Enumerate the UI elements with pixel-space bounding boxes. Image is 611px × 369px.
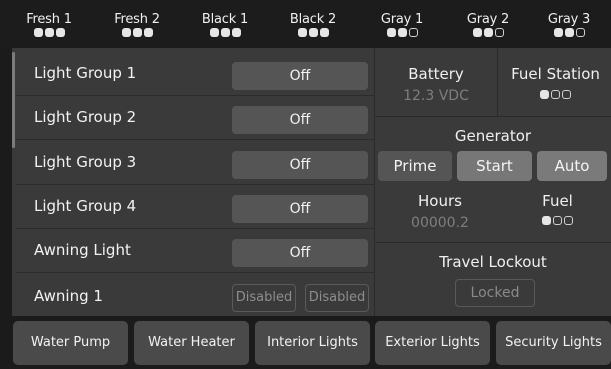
light-row: Light Group 4 Off bbox=[16, 185, 374, 229]
light-label: Light Group 1 bbox=[34, 64, 137, 82]
tank-level-indicator bbox=[534, 28, 604, 37]
awning-row: Awning 1 Disabled Disabled bbox=[16, 273, 374, 317]
fuel-label: Fuel bbox=[542, 192, 573, 210]
awning-label: Awning 1 bbox=[34, 287, 103, 305]
tank-gray-3: Gray 3 bbox=[534, 12, 604, 37]
awning-retract-button[interactable]: Disabled bbox=[232, 284, 296, 312]
panel-divider bbox=[497, 48, 498, 116]
light-group-1-toggle[interactable]: Off bbox=[232, 62, 368, 90]
tank-level-indicator bbox=[102, 28, 172, 37]
nav-water-heater[interactable]: Water Heater bbox=[134, 321, 249, 365]
scroll-indicator[interactable] bbox=[12, 52, 15, 148]
tank-fresh-1: Fresh 1 bbox=[14, 12, 84, 37]
light-group-3-toggle[interactable]: Off bbox=[232, 151, 368, 179]
panel-divider bbox=[375, 116, 611, 117]
tank-label: Fresh 1 bbox=[26, 12, 72, 27]
nav-interior-lights[interactable]: Interior Lights bbox=[255, 321, 370, 365]
nav-security-lights[interactable]: Security Lights bbox=[496, 321, 611, 365]
tank-label: Gray 2 bbox=[466, 12, 510, 27]
tank-label: Black 1 bbox=[201, 12, 249, 27]
light-label: Light Group 4 bbox=[34, 197, 137, 215]
light-row: Light Group 2 Off bbox=[16, 96, 374, 140]
tank-level-indicator bbox=[278, 28, 348, 37]
panel-divider bbox=[375, 242, 611, 243]
panel-divider bbox=[374, 48, 375, 316]
fuel-level-indicator bbox=[510, 216, 605, 225]
tank-label: Fresh 2 bbox=[114, 12, 160, 27]
generator-auto-button[interactable]: Auto bbox=[537, 151, 607, 181]
light-label: Awning Light bbox=[34, 241, 131, 259]
light-row: Light Group 1 Off bbox=[16, 52, 374, 96]
generator-prime-button[interactable]: Prime bbox=[378, 151, 452, 181]
tank-gray-2: Gray 2 bbox=[453, 12, 523, 37]
light-label: Light Group 3 bbox=[34, 153, 137, 171]
tank-label: Black 2 bbox=[289, 12, 337, 27]
tank-black-2: Black 2 bbox=[278, 12, 348, 37]
nav-water-pump[interactable]: Water Pump bbox=[13, 321, 128, 365]
travel-lockout-button[interactable]: Locked bbox=[455, 279, 535, 307]
fuel-station-label: Fuel Station bbox=[511, 65, 600, 83]
awning-extend-button[interactable]: Disabled bbox=[305, 284, 369, 312]
tank-black-1: Black 1 bbox=[190, 12, 260, 37]
tank-gray-1: Gray 1 bbox=[367, 12, 437, 37]
hours-label: Hours bbox=[418, 192, 462, 210]
fuel-station-level-indicator bbox=[500, 90, 611, 99]
tank-level-indicator bbox=[367, 28, 437, 37]
tank-label: Gray 3 bbox=[547, 12, 591, 27]
light-group-4-toggle[interactable]: Off bbox=[232, 195, 368, 223]
battery-label: Battery bbox=[408, 65, 464, 83]
tank-level-bar: Fresh 1 Fresh 2 Black 1 Black 2 Gray 1 G… bbox=[0, 0, 611, 48]
generator-hours-value: 00000.2 bbox=[411, 215, 469, 231]
tank-level-indicator bbox=[453, 28, 523, 37]
tank-label: Gray 1 bbox=[380, 12, 424, 27]
travel-lockout-label: Travel Lockout bbox=[439, 253, 547, 271]
light-group-2-toggle[interactable]: Off bbox=[232, 106, 368, 134]
tank-level-indicator bbox=[190, 28, 260, 37]
nav-exterior-lights[interactable]: Exterior Lights bbox=[375, 321, 490, 365]
generator-start-button[interactable]: Start bbox=[457, 151, 532, 181]
light-label: Light Group 2 bbox=[34, 108, 137, 126]
battery-voltage: 12.3 VDC bbox=[403, 88, 469, 104]
generator-label: Generator bbox=[454, 127, 532, 145]
awning-light-toggle[interactable]: Off bbox=[232, 239, 368, 267]
light-row: Light Group 3 Off bbox=[16, 141, 374, 185]
light-row: Awning Light Off bbox=[16, 229, 374, 273]
tank-level-indicator bbox=[14, 28, 84, 37]
tank-fresh-2: Fresh 2 bbox=[102, 12, 172, 37]
